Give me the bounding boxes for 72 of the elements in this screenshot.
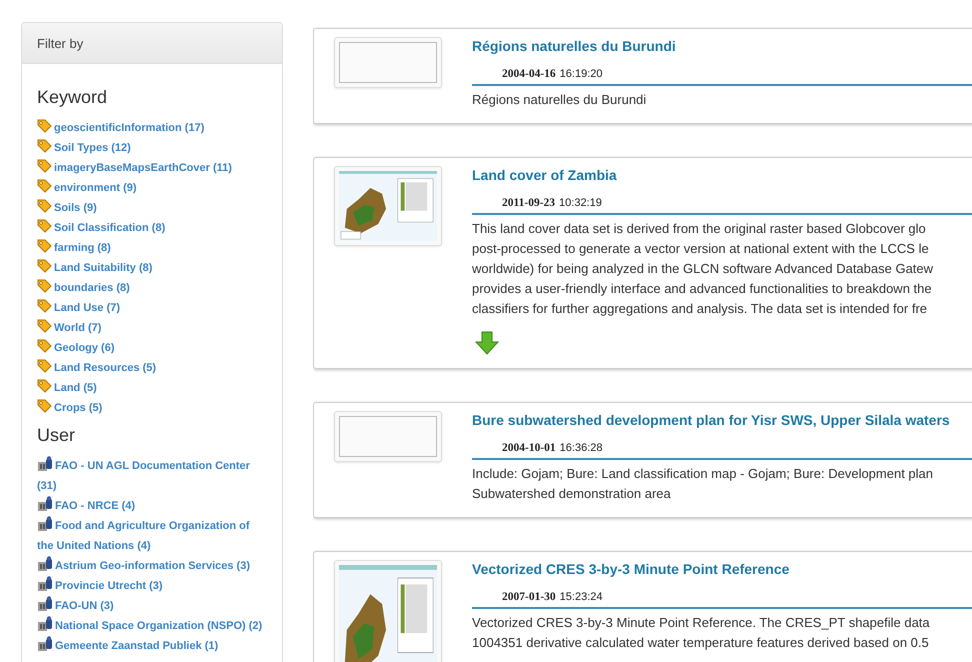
result-title[interactable]: Régions naturelles du Burundi — [472, 37, 972, 55]
tag-icon — [37, 199, 52, 213]
filter-link[interactable]: Land Suitability (8) — [37, 258, 267, 278]
filter-link[interactable]: FAO - UN AGL Documentation Center (31) — [37, 456, 267, 496]
result-time: 16:36:28 — [560, 442, 602, 454]
filter-link[interactable]: Crops (5) — [37, 398, 267, 418]
tag-icon — [37, 299, 52, 313]
result-date: 2004-10-01 — [502, 442, 556, 454]
tag-icon — [37, 319, 52, 333]
description-line: post-processed to generate a vector version at national extent with the LCCS le — [472, 240, 930, 258]
user-icon — [37, 596, 53, 611]
tag-icon — [37, 259, 52, 273]
result-date: 2004-04-16 — [502, 68, 556, 80]
filter-link[interactable]: Land Use (7) — [37, 298, 267, 318]
result-time: 10:32:19 — [559, 197, 602, 209]
user-icon — [37, 556, 53, 571]
tag-icon — [37, 139, 52, 153]
user-icon — [37, 636, 53, 651]
download-icon[interactable] — [475, 331, 499, 355]
result-date: 2011-09-23 — [502, 197, 556, 209]
tag-icon — [37, 159, 52, 173]
filter-link[interactable]: FAO - NRCE (4) — [37, 496, 267, 516]
tag-icon — [37, 279, 52, 293]
description-line: Vectorized CRES 3-by-3 Minute Point Reference. The CRES_PT shapefile data — [472, 614, 931, 632]
description-line: Subwatershed demonstration area — [472, 485, 672, 503]
tag-icon — [37, 359, 52, 373]
filter-link[interactable]: Land (5) — [37, 378, 267, 398]
filter-link[interactable]: geoscientificInformation (17) — [37, 118, 267, 138]
tag-icon — [37, 399, 52, 413]
filter-link[interactable]: Land Resources (5) — [37, 358, 267, 378]
tag-icon — [37, 179, 52, 193]
description-line: This land cover data set is derived from the original raster based Globcover glo — [472, 220, 927, 238]
result-time: 16:19:20 — [560, 68, 602, 80]
filter-link[interactable]: Food and Agriculture Organization of the United Nations (4) — [37, 516, 267, 556]
user-icon — [37, 496, 53, 511]
filter-link[interactable]: Geology (6) — [37, 338, 267, 358]
description-line: Include: Gojam; Bure: Land classification map - Gojam; Bure: Development plan — [472, 465, 934, 483]
filter-link[interactable]: Soils (9) — [37, 198, 267, 218]
filter-link[interactable]: National Space Organization (NSPO) (2) — [37, 616, 267, 636]
filter-link[interactable]: boundaries (8) — [37, 278, 267, 298]
tag-icon — [37, 339, 52, 353]
user-icon — [37, 616, 53, 631]
description-line: 1004351 derivative calculated water temperature features derived based on 0.5 — [472, 634, 930, 652]
filter-link[interactable]: FAO-UN (3) — [37, 596, 267, 616]
filter-link[interactable]: farming (8) — [37, 238, 267, 258]
tag-icon — [37, 119, 52, 133]
tag-icon — [37, 219, 52, 233]
user-icon — [37, 576, 53, 591]
user-icon — [37, 516, 53, 531]
tag-icon — [37, 239, 52, 253]
result-title[interactable]: Vectorized CRES 3-by-3 Minute Point Reference — [472, 560, 972, 578]
description-line: provides a user-friendly interface and advanced functionalities to breakdown the — [472, 280, 933, 298]
filter-link[interactable]: imageryBaseMapsEarthCover (11) — [37, 158, 267, 178]
filter-link[interactable]: Provincie Utrecht (3) — [37, 576, 267, 596]
description-line: classifiers for further aggregations and analysis. The data set is intended for fre — [472, 300, 928, 318]
result-date: 2007-01-30 — [502, 591, 556, 603]
result-title[interactable]: Bure subwatershed development plan for Yisr SWS, Upper Silala waters — [472, 411, 972, 429]
filter-link[interactable]: World (7) — [37, 318, 267, 338]
result-time: 15:23:24 — [560, 591, 602, 603]
tag-icon — [37, 379, 52, 393]
filter-link[interactable]: Soil Types (12) — [37, 138, 267, 158]
filter-link[interactable]: Gemeente Zaanstad Publiek (1) — [37, 636, 267, 656]
description-line: worldwide) for being analyzed in the GLCN software Advanced Database Gatew — [472, 260, 934, 278]
description-line: Régions naturelles du Burundi — [472, 91, 648, 109]
filter-link[interactable]: Soil Classification (8) — [37, 218, 267, 238]
filter-link[interactable]: Astrium Geo-information Services (3) — [37, 556, 267, 576]
panel-title: Filter by — [37, 36, 84, 51]
result-title[interactable]: Land cover of Zambia — [472, 166, 972, 184]
filter-link[interactable]: environment (9) — [37, 178, 267, 198]
user-icon — [37, 456, 53, 471]
section-heading: User — [37, 424, 76, 446]
section-heading: Keyword — [37, 86, 108, 108]
